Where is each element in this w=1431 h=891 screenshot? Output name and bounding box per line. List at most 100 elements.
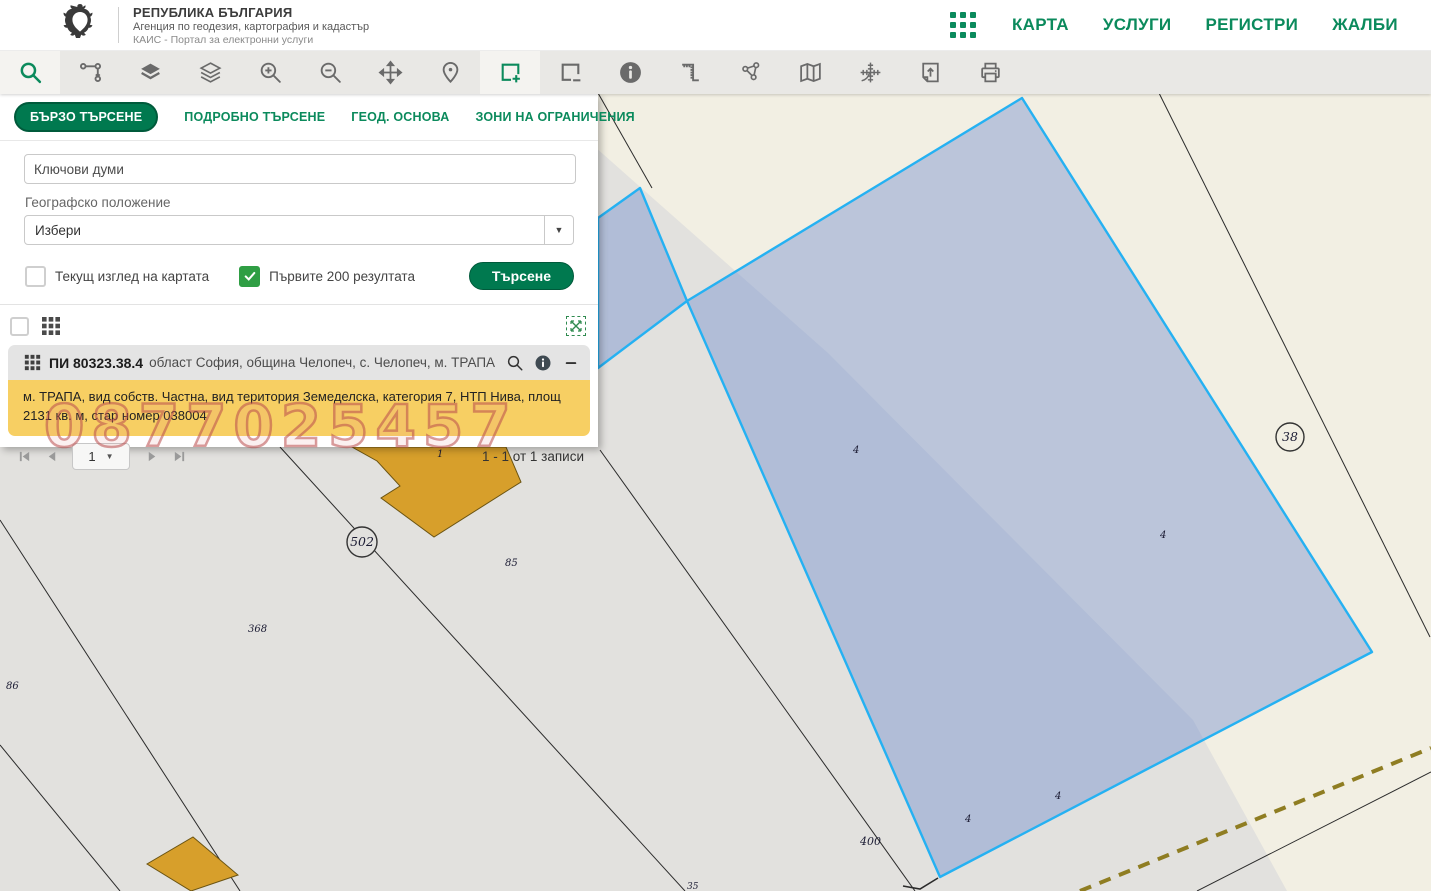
map-label-4-6: 4 <box>1054 791 1061 802</box>
zoom-to-result-icon[interactable] <box>505 353 524 372</box>
zoom-out-icon <box>320 62 341 83</box>
search-icon <box>20 62 41 84</box>
rect-plus-icon <box>501 63 520 83</box>
parcel-location: област София, община Челопеч, с. Челопеч… <box>149 355 496 370</box>
chevron-down-icon[interactable]: ▼ <box>544 216 573 244</box>
current-map-view-checkbox[interactable] <box>25 265 46 287</box>
remove-selection-rect-tool-button[interactable] <box>540 51 600 94</box>
map-label-4-5: 4 <box>1159 530 1166 541</box>
axes-icon <box>860 62 880 83</box>
republic-title: РЕПУБЛИКА БЪЛГАРИЯ <box>133 4 293 20</box>
prev-page-icon[interactable] <box>45 450 58 463</box>
measure-distance-tool-button[interactable] <box>660 51 720 94</box>
result-header-row[interactable]: ПИ 80323.38.4 област София, община Челоп… <box>8 345 590 380</box>
select-by-route-tool-button[interactable] <box>60 51 120 94</box>
rect-minus-icon <box>561 63 580 82</box>
map-label-35-9: 35 <box>687 882 699 891</box>
current-map-view-label: Текущ изглед на картата <box>55 268 210 284</box>
export-icon <box>921 62 939 83</box>
keyword-input[interactable] <box>24 154 576 184</box>
add-selection-rect-tool-button[interactable] <box>480 51 540 94</box>
first-page-icon[interactable] <box>18 450 31 463</box>
identify-tool-button[interactable] <box>600 51 660 94</box>
map-label-4-7: 4 <box>964 814 971 825</box>
nav-item-2[interactable]: РЕГИСТРИ <box>1205 15 1298 35</box>
collapse-result-icon[interactable] <box>561 353 580 372</box>
coordinates-tool-button[interactable] <box>840 51 900 94</box>
map-label-4-4: 4 <box>852 445 859 456</box>
nav-item-3[interactable]: ЖАЛБИ <box>1332 15 1398 35</box>
overview-map-tool-button[interactable] <box>780 51 840 94</box>
geo-select-value: Избери <box>35 222 81 238</box>
print-tool-button[interactable] <box>960 51 1020 94</box>
parcel-id: ПИ 80323.38.4 <box>49 354 144 371</box>
measure-area-tool-button[interactable] <box>720 51 780 94</box>
check-icon <box>244 271 255 281</box>
last-page-icon[interactable] <box>173 450 186 463</box>
main-nav: КАРТАУСЛУГИРЕГИСТРИЖАЛБИСПРАВКИ <box>1012 15 1431 35</box>
page-select[interactable]: 1 ▼ <box>72 442 130 470</box>
tab-1[interactable]: ПОДРОБНО ТЪРСЕНЕ <box>184 110 325 124</box>
page-select-value: 1 <box>88 448 96 464</box>
zoom-in-tool-button[interactable] <box>240 51 300 94</box>
layers-outline-icon <box>198 62 222 83</box>
parcel-details: м. ТРАПА, вид собств. Частна, вид терито… <box>8 380 590 436</box>
first-200-results-checkbox[interactable] <box>239 265 261 287</box>
logo-divider <box>118 7 119 43</box>
layer-stack-tool-button[interactable] <box>180 51 240 94</box>
coat-of-arms-lion-icon <box>58 1 102 50</box>
info-icon <box>619 62 641 83</box>
zoom-in-icon <box>260 62 281 83</box>
nav-item-0[interactable]: КАРТА <box>1012 15 1069 35</box>
parcel-number-circle-502: 502 <box>346 526 378 558</box>
pan-tool-button[interactable] <box>360 51 420 94</box>
nav-item-1[interactable]: УСЛУГИ <box>1103 15 1172 35</box>
map-label-400-8: 400 <box>859 835 881 848</box>
print-icon <box>980 62 1000 83</box>
result-info-icon[interactable] <box>533 353 552 372</box>
polygon-icon <box>741 62 759 81</box>
map-label-85-1: 85 <box>505 558 518 569</box>
parcel-grid-icon <box>24 354 41 371</box>
portal-subtitle: КАИС - Портал за електронни услуги <box>133 33 314 46</box>
expand-results-icon[interactable] <box>566 316 586 336</box>
svg-text:38: 38 <box>1282 429 1298 444</box>
search-panel: БЪРЗО ТЪРСЕНЕ ПОДРОБНО ТЪРСЕНЕ ГЕОД. ОСНОВ… <box>0 93 635 470</box>
agency-subtitle: Агенция по геодезия, картография и кадас… <box>133 20 370 33</box>
tab-0[interactable]: БЪРЗО ТЪРСЕНЕ <box>14 102 159 132</box>
layers-tool-button[interactable] <box>120 51 180 94</box>
nodes-icon <box>79 63 101 82</box>
page-select-caret-icon: ▼ <box>105 451 114 461</box>
geo-position-select[interactable]: Избери ▼ <box>24 215 574 245</box>
layers-filled-icon <box>140 63 160 80</box>
svg-text:502: 502 <box>350 534 374 549</box>
pagination-row: 1 ▼ 1 - 1 от 1 записи <box>18 442 584 470</box>
search-button[interactable]: Търсене <box>468 262 574 290</box>
agency-logo[interactable]: РЕПУБЛИКА БЪЛГАРИЯ Агенция по геодезия, … <box>58 1 369 50</box>
parcel-number-circle-38: 38 <box>1275 422 1305 452</box>
apps-grid-icon[interactable] <box>950 12 976 38</box>
first-200-results-label: Първите 200 резултата <box>269 268 415 284</box>
pin-icon <box>442 61 458 84</box>
ruler-icon <box>681 63 699 82</box>
grid-results-icon[interactable] <box>41 316 61 336</box>
pan-icon <box>377 60 403 85</box>
map-label-86-3: 86 <box>6 681 19 692</box>
map-label-368-2: 368 <box>248 624 267 635</box>
search-tool-button[interactable] <box>0 51 60 94</box>
next-page-icon[interactable] <box>146 450 159 463</box>
geo-position-label: Географско положение <box>25 195 171 210</box>
pagination-summary: 1 - 1 от 1 записи <box>481 448 584 464</box>
map-icon <box>799 62 821 83</box>
tab-3[interactable]: ЗОНИ НА ОГРАНИЧЕНИЯ <box>475 110 634 124</box>
export-tool-button[interactable] <box>900 51 960 94</box>
app-header: РЕПУБЛИКА БЪЛГАРИЯ Агенция по геодезия, … <box>0 0 1431 51</box>
location-pin-tool-button[interactable] <box>420 51 480 94</box>
kais-cadastre-app: { "header": { "republic": "РЕПУБЛИКА БЪЛ… <box>0 0 1431 891</box>
tab-2[interactable]: ГЕОД. ОСНОВА <box>351 110 449 124</box>
zoom-out-tool-button[interactable] <box>300 51 360 94</box>
select-all-results-checkbox[interactable] <box>10 316 29 336</box>
map-toolbar <box>0 50 1431 94</box>
panel-divider <box>0 304 598 305</box>
result-card: ПИ 80323.38.4 област София, община Челоп… <box>8 345 590 436</box>
